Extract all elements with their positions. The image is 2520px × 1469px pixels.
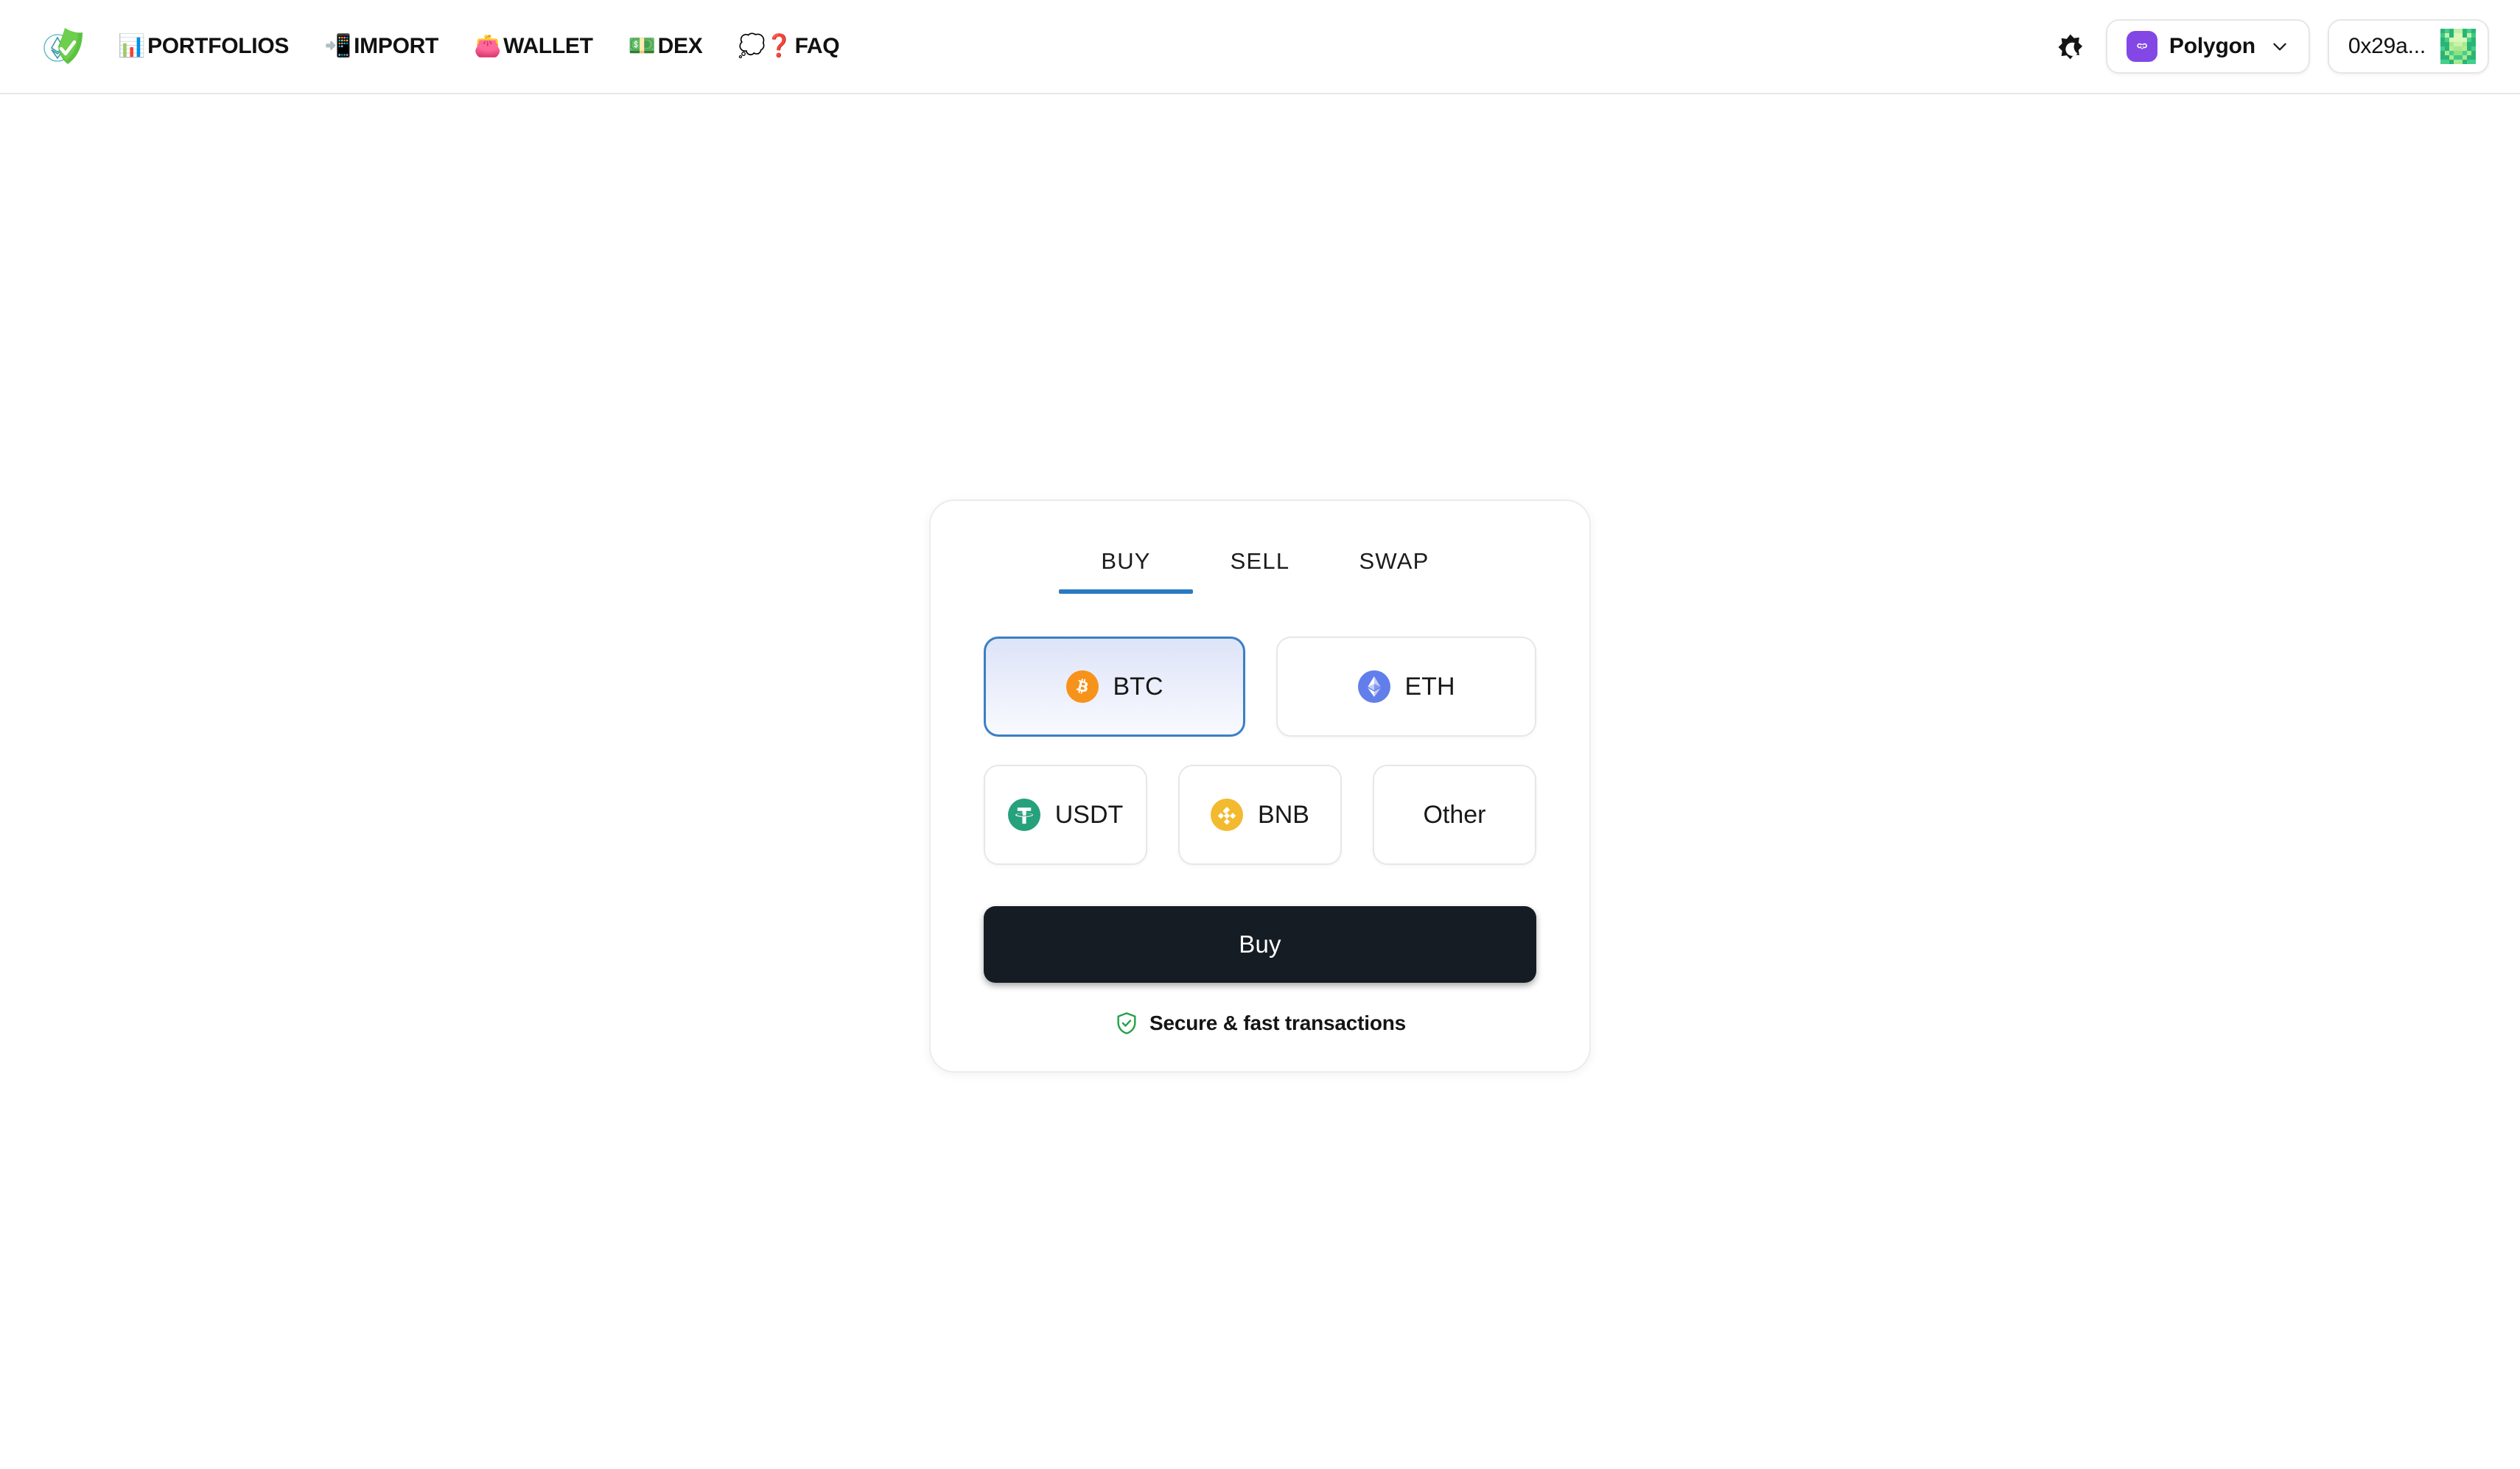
asset-label-bnb: BNB [1258,801,1309,830]
asset-row-secondary: USDT BNB Other [984,765,1536,865]
wallet-address-label: 0x29a... [2348,34,2426,59]
nav-label-import: IMPORT [354,34,438,59]
dark-mode-toggle-icon [2053,29,2085,64]
network-selector[interactable]: Polygon [2106,19,2310,74]
secure-note-label: Secure & fast transactions [1149,1012,1406,1035]
trade-panel: BUY SELL SWAP BTC [929,499,1591,1073]
network-label: Polygon [2169,34,2255,59]
primary-buy-button[interactable]: Buy [984,906,1536,983]
tether-icon [1008,799,1040,831]
nav-item-faq[interactable]: 💭❓ FAQ [721,27,858,66]
asset-option-btc[interactable]: BTC [984,637,1245,737]
secure-transactions-note: Secure & fast transactions [984,1011,1536,1036]
dark-mode-toggle-button[interactable] [2050,27,2088,66]
purse-icon: 👛 [474,35,501,57]
app-header: 📊 PORTFOLIOS 📲 IMPORT 👛 WALLET 💵 DEX 💭❓ … [0,0,2520,94]
asset-label-eth: ETH [1405,673,1455,701]
asset-option-bnb[interactable]: BNB [1178,765,1342,865]
shield-check-icon [1114,1011,1139,1036]
nav-item-portfolios[interactable]: 📊 PORTFOLIOS [102,27,308,66]
bar-chart-icon: 📊 [118,35,145,57]
asset-option-usdt[interactable]: USDT [984,765,1147,865]
nav-item-import[interactable]: 📲 IMPORT [308,27,458,66]
tab-swap[interactable]: SWAP [1327,539,1461,594]
main-nav: 📊 PORTFOLIOS 📲 IMPORT 👛 WALLET 💵 DEX 💭❓ … [102,27,858,66]
asset-label-other: Other [1423,801,1485,830]
wallet-identicon-avatar [2440,29,2476,64]
thought-balloon-question-icon: 💭❓ [738,35,792,57]
mobile-arrow-icon: 📲 [324,35,351,57]
asset-option-eth[interactable]: ETH [1276,637,1536,737]
trade-tabs: BUY SELL SWAP [984,539,1536,594]
header-actions: Polygon 0x29a... [2050,19,2489,74]
asset-row-primary: BTC ETH [984,637,1536,737]
tab-sell[interactable]: SELL [1193,539,1327,594]
asset-label-usdt: USDT [1055,801,1124,830]
wallet-address-button[interactable]: 0x29a... [2328,19,2489,74]
nav-label-portfolios: PORTFOLIOS [147,34,289,59]
nav-item-wallet[interactable]: 👛 WALLET [458,27,612,66]
eth-shield-logo[interactable] [40,24,85,69]
polygon-logo-icon [2127,31,2157,62]
bitcoin-icon [1066,670,1099,703]
ethereum-icon [1358,670,1390,703]
asset-option-other[interactable]: Other [1373,765,1536,865]
nav-item-dex[interactable]: 💵 DEX [612,27,722,66]
chevron-down-icon [2270,37,2289,56]
dollar-banknote-icon: 💵 [629,35,656,57]
asset-label-btc: BTC [1113,673,1163,701]
main-content: BUY SELL SWAP BTC [0,94,2520,1469]
nav-label-dex: DEX [658,34,703,59]
nav-label-wallet: WALLET [503,34,593,59]
binance-icon [1211,799,1243,831]
tab-buy[interactable]: BUY [1059,539,1193,594]
nav-label-faq: FAQ [795,34,840,59]
